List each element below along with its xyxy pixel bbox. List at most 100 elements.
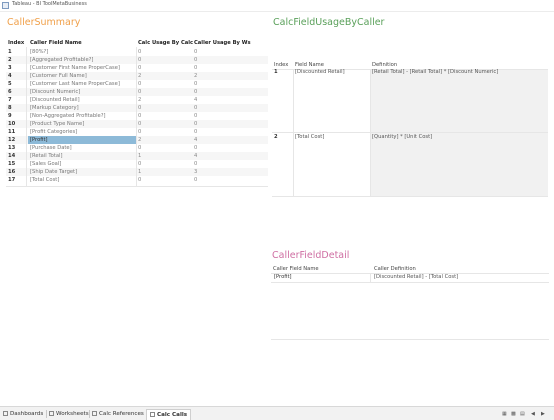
usage-row-field-name[interactable]: [Total Cost] (295, 134, 324, 140)
col-header-caller-field-name[interactable]: Caller Field Name (30, 40, 82, 48)
caller-field-name-cell[interactable]: [Purchase Date] (28, 144, 136, 152)
caller-field-name-cell[interactable]: [Markup Category] (28, 104, 136, 112)
calc-usage-cell: 0 (138, 81, 142, 87)
ws-usage-cell: 0 (194, 81, 198, 87)
caller-field-name-cell[interactable]: [Sales Goal] (28, 160, 136, 168)
caller-field-name-cell[interactable]: [Retail Total] (28, 152, 136, 160)
col-header-ws-usage[interactable]: Caller Usage By Ws (194, 40, 251, 48)
ws-usage-cell: 0 (194, 161, 198, 167)
usage-row-definition[interactable]: [Retail Total] - [Retail Total] * [Disco… (372, 69, 498, 75)
col-header-field-name[interactable]: Field Name (295, 62, 324, 68)
tab-label: Dashboards (10, 411, 44, 417)
caller-field-name-cell[interactable]: [80%?] (28, 48, 136, 56)
caller-field-name-cell[interactable]: [Discounted Retail] (28, 96, 136, 104)
table-row[interactable]: 12 [Profit] 2 4 (6, 136, 268, 144)
caller-field-name-cell[interactable]: [Discount Numeric] (28, 88, 136, 96)
ws-usage-cell: 4 (194, 97, 198, 103)
tab-calc-calls[interactable]: Calc Calls (146, 409, 192, 420)
tab-divider (46, 410, 47, 418)
calc-usage-cell: 2 (138, 97, 142, 103)
caller-field-name-cell[interactable]: [Customer Full Name] (28, 72, 136, 80)
table-row[interactable]: 7 [Discounted Retail] 2 4 (6, 96, 268, 104)
detail-row-field-name[interactable]: [Profit] (274, 274, 292, 280)
definition-column-band (370, 70, 548, 196)
ws-usage-cell: 0 (194, 121, 198, 127)
table-row[interactable]: 1 [80%?] 0 0 (6, 48, 268, 56)
calc-usage-cell: 0 (138, 105, 142, 111)
ws-usage-cell: 0 (194, 105, 198, 111)
tab-worksheets[interactable]: Worksheets (49, 409, 89, 419)
calc-usage-cell: 0 (138, 145, 142, 151)
ws-usage-cell: 0 (194, 89, 198, 95)
caller-field-name-cell[interactable]: [Total Cost] (28, 176, 136, 184)
row-index: 12 (8, 137, 16, 143)
usage-row-definition[interactable]: [Quantity] * [Unit Cost] (372, 134, 432, 140)
usage-row-index: 2 (274, 134, 278, 140)
table-row[interactable]: 16 [Ship Date Target] 1 3 (6, 168, 268, 176)
caller-field-name-cell[interactable]: [Ship Date Target] (28, 168, 136, 176)
col-header-caller-definition[interactable]: Caller Definition (374, 266, 416, 272)
caller-field-detail-title: CallerFieldDetail (272, 250, 350, 261)
dashboard-icon (3, 411, 8, 416)
caller-field-name-cell[interactable]: [Profit Categories] (28, 128, 136, 136)
col-header-index[interactable]: Index (8, 40, 24, 48)
tab-dashboards[interactable]: Dashboards (3, 409, 43, 419)
calc-usage-cell: 1 (138, 169, 142, 175)
tab-calc-references[interactable]: Calc References (92, 409, 144, 419)
grid-view-icon[interactable]: ▩ (511, 411, 516, 417)
usage-row-field-name[interactable]: [Discounted Retail] (295, 69, 345, 75)
scroll-right-icon[interactable]: ▶ (541, 411, 545, 417)
row-index: 9 (8, 113, 12, 119)
scroll-left-icon[interactable]: ◀ (531, 411, 535, 417)
calc-usage-cell: 0 (138, 89, 142, 95)
tableau-logo-icon (2, 2, 9, 9)
row-index: 8 (8, 105, 12, 111)
row-divider (271, 282, 549, 283)
calc-usage-cell: 2 (138, 137, 142, 143)
ws-usage-cell: 0 (194, 49, 198, 55)
filmstrip-icon[interactable]: ▤ (520, 411, 525, 417)
column-divider (26, 47, 27, 186)
row-index: 2 (8, 57, 12, 63)
table-row[interactable]: 8 [Markup Category] 0 0 (6, 104, 268, 112)
table-row[interactable]: 4 [Customer Full Name] 2 2 (6, 72, 268, 80)
table-row[interactable]: 9 [Non-Aggregated Profitable?] 0 0 (6, 112, 268, 120)
calc-usage-cell: 1 (138, 153, 142, 159)
caller-field-name-cell[interactable]: [Customer Last Name ProperCase] (28, 80, 136, 88)
calc-usage-cell: 0 (138, 177, 142, 183)
table-row[interactable]: 13 [Purchase Date] 0 0 (6, 144, 268, 152)
table-row[interactable]: 3 [Customer First Name ProperCase] 0 0 (6, 64, 268, 72)
calc-usage-cell: 0 (138, 113, 142, 119)
new-sheet-icon[interactable]: ▦ (502, 411, 507, 417)
table-row[interactable]: 6 [Discount Numeric] 0 0 (6, 88, 268, 96)
row-index: 1 (8, 49, 12, 55)
col-header-caller-field-name-2[interactable]: Caller Field Name (273, 266, 319, 272)
table-row[interactable]: 17 [Total Cost] 0 0 (6, 176, 268, 184)
table-row[interactable]: 5 [Customer Last Name ProperCase] 0 0 (6, 80, 268, 88)
caller-field-name-cell[interactable]: [Product Type Name] (28, 120, 136, 128)
table-row[interactable]: 10 [Product Type Name] 0 0 (6, 120, 268, 128)
col-header-calc-usage[interactable]: Calc Usage By Calc (138, 40, 193, 48)
ws-usage-cell: 4 (194, 137, 198, 143)
column-divider (136, 47, 137, 186)
caller-field-name-cell[interactable]: [Profit] (28, 136, 136, 144)
caller-field-name-cell[interactable]: [Aggregated Profitable?] (28, 56, 136, 64)
table-row[interactable]: 15 [Sales Goal] 0 0 (6, 160, 268, 168)
row-index: 6 (8, 89, 12, 95)
table-row[interactable]: 14 [Retail Total] 1 4 (6, 152, 268, 160)
table-row[interactable]: 2 [Aggregated Profitable?] 0 0 (6, 56, 268, 64)
calc-usage-cell: 0 (138, 129, 142, 135)
row-divider (272, 132, 548, 133)
calc-usage-cell: 0 (138, 65, 142, 71)
table-bottom-line (6, 186, 268, 187)
ws-usage-cell: 0 (194, 177, 198, 183)
col-header-index-2[interactable]: Index (274, 62, 288, 68)
caller-field-name-cell[interactable]: [Customer First Name ProperCase] (28, 64, 136, 72)
table-row[interactable]: 11 [Profit Categories] 0 0 (6, 128, 268, 136)
caller-field-name-cell[interactable]: [Non-Aggregated Profitable?] (28, 112, 136, 120)
ws-usage-cell: 3 (194, 169, 198, 175)
row-index: 17 (8, 177, 16, 183)
detail-row-definition[interactable]: [Discounted Retail] - [Total Cost] (374, 274, 458, 280)
col-header-definition[interactable]: Definition (372, 62, 397, 68)
calc-usage-cell: 0 (138, 49, 142, 55)
